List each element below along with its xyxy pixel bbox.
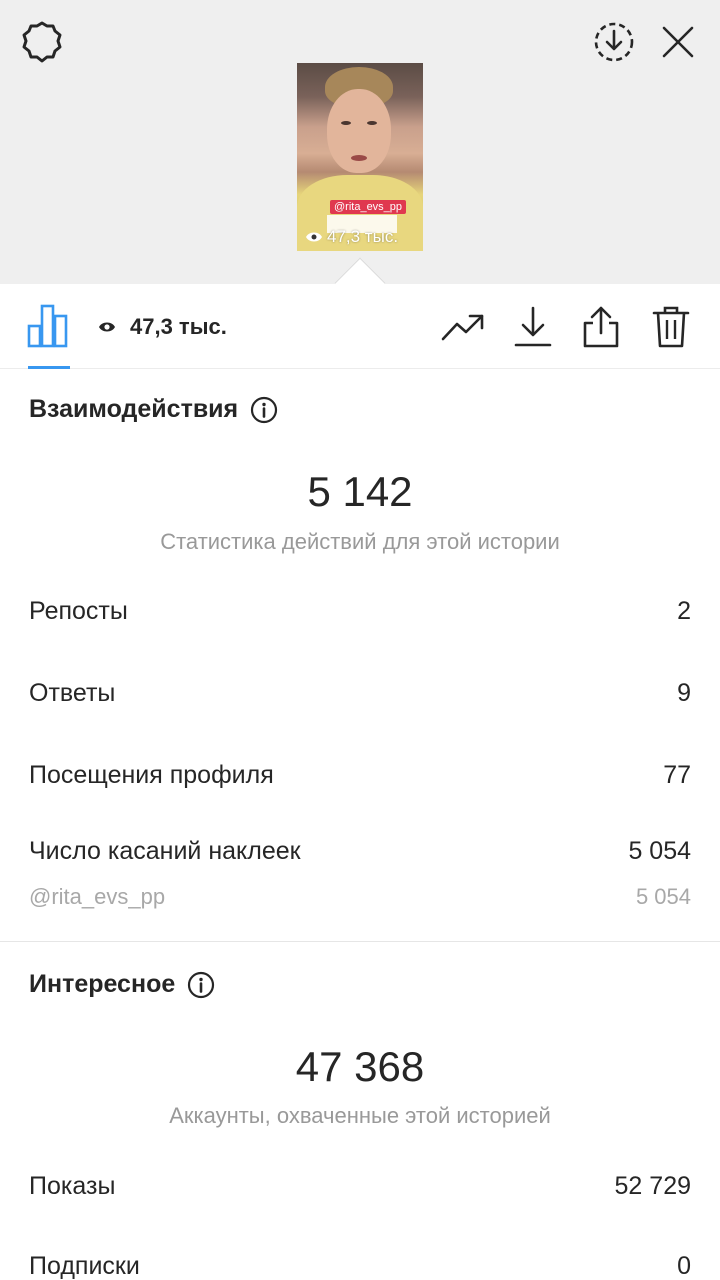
story-viewer-area: @rita_evs_pp 47,3 тыс. bbox=[0, 0, 720, 284]
discovery-subtitle: Аккаунты, охваченные этой историей bbox=[169, 1103, 551, 1128]
stat-value: 5 054 bbox=[635, 884, 691, 909]
stat-value: 0 bbox=[677, 1252, 691, 1280]
close-button[interactable] bbox=[654, 18, 702, 66]
story-toolbar: 47,3 тыс. bbox=[0, 284, 720, 369]
interactions-total: 5 142 bbox=[307, 468, 413, 515]
stat-label: Подписки bbox=[29, 1252, 140, 1280]
trash-icon bbox=[652, 306, 690, 348]
stat-label: Число касаний наклеек bbox=[29, 837, 301, 865]
save-story-button[interactable] bbox=[590, 18, 638, 66]
settings-button[interactable] bbox=[18, 20, 66, 64]
stat-row-sticker-taps: Число касаний наклеек 5 054 bbox=[29, 837, 691, 866]
eye-icon bbox=[306, 232, 322, 242]
stat-row-profile-visits: Посещения профиля 77 bbox=[29, 761, 691, 790]
viewers-count-label: 47,3 тыс. bbox=[130, 314, 227, 339]
delete-button[interactable] bbox=[648, 304, 694, 350]
discovery-title: Интересное bbox=[29, 970, 176, 998]
stat-value: 52 729 bbox=[614, 1172, 691, 1200]
story-thumbnail[interactable]: @rita_evs_pp 47,3 тыс. bbox=[297, 63, 423, 251]
stat-value: 5 054 bbox=[628, 837, 691, 865]
stat-label: Ответы bbox=[29, 679, 116, 707]
thumbnail-eye bbox=[341, 121, 351, 125]
download-button[interactable] bbox=[510, 304, 556, 350]
thumbnail-views: 47,3 тыс. bbox=[305, 227, 398, 247]
stat-row-impressions: Показы 52 729 bbox=[29, 1172, 691, 1201]
stat-label: Репосты bbox=[29, 597, 128, 625]
close-icon bbox=[662, 26, 694, 58]
gear-icon bbox=[22, 21, 62, 63]
discovery-section-title: Интересное bbox=[29, 970, 215, 999]
bar-chart-icon bbox=[27, 304, 68, 348]
interactions-section-title: Взаимодействия bbox=[29, 395, 278, 424]
mention-sticker: @rita_evs_pp bbox=[330, 200, 407, 214]
eye-icon bbox=[99, 322, 115, 332]
stat-row-follows: Подписки 0 bbox=[29, 1252, 691, 1280]
trending-icon bbox=[441, 314, 484, 341]
stat-value: 9 bbox=[677, 679, 691, 707]
thumbnail-views-text: 47,3 тыс. bbox=[327, 227, 399, 246]
interactions-subtitle: Статистика действий для этой истории bbox=[160, 529, 560, 554]
thumbnail-mouth bbox=[351, 155, 367, 161]
stat-row-replies: Ответы 9 bbox=[29, 679, 691, 708]
info-icon[interactable] bbox=[250, 396, 278, 424]
stat-value: 2 bbox=[677, 597, 691, 625]
share-button[interactable] bbox=[578, 304, 624, 350]
active-tab-indicator bbox=[28, 366, 70, 369]
stat-row-reposts: Репосты 2 bbox=[29, 597, 691, 626]
stat-value: 77 bbox=[663, 761, 691, 789]
download-circle-icon bbox=[594, 22, 634, 62]
viewers-count[interactable]: 47,3 тыс. bbox=[98, 314, 227, 340]
stat-label: @rita_evs_pp bbox=[29, 884, 166, 909]
promote-button[interactable] bbox=[440, 304, 486, 350]
insights-tab[interactable] bbox=[26, 302, 70, 348]
stat-label: Показы bbox=[29, 1172, 116, 1200]
stat-row-sticker-mention: @rita_evs_pp 5 054 bbox=[29, 884, 691, 910]
section-divider bbox=[0, 941, 720, 942]
thumbnail-eye bbox=[367, 121, 377, 125]
stat-label: Посещения профиля bbox=[29, 761, 274, 789]
info-icon[interactable] bbox=[187, 971, 215, 999]
discovery-total: 47 368 bbox=[295, 1043, 425, 1090]
download-icon bbox=[514, 306, 552, 347]
share-icon bbox=[583, 306, 619, 348]
interactions-title: Взаимодействия bbox=[29, 395, 239, 423]
